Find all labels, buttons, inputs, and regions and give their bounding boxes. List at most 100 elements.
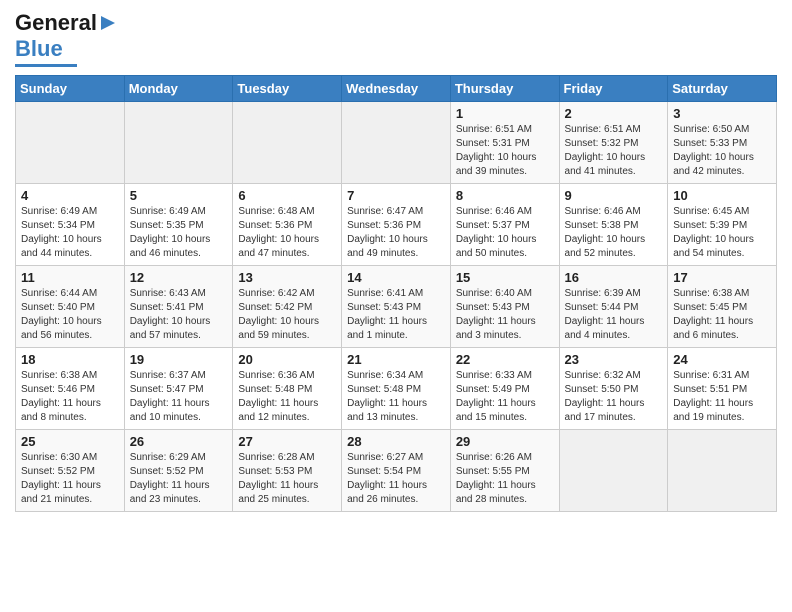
calendar-cell <box>16 102 125 184</box>
calendar-cell: 15 Sunrise: 6:40 AM Sunset: 5:43 PM Dayli… <box>450 266 559 348</box>
day-info: Sunrise: 6:50 AM Sunset: 5:33 PM Dayligh… <box>673 123 771 179</box>
calendar-cell: 18 Sunrise: 6:38 AM Sunset: 5:46 PM Dayli… <box>16 348 125 430</box>
header-monday: Monday <box>124 76 233 102</box>
calendar-cell: 12 Sunrise: 6:43 AM Sunset: 5:41 PM Dayli… <box>124 266 233 348</box>
day-number: 22 <box>456 352 554 367</box>
day-info: Sunrise: 6:46 AM Sunset: 5:37 PM Dayligh… <box>456 205 554 261</box>
logo-arrow-icon <box>99 14 117 32</box>
calendar-cell: 28 Sunrise: 6:27 AM Sunset: 5:54 PM Dayli… <box>342 430 451 512</box>
day-info: Sunrise: 6:51 AM Sunset: 5:32 PM Dayligh… <box>565 123 663 179</box>
day-number: 27 <box>238 434 336 449</box>
calendar-cell: 2 Sunrise: 6:51 AM Sunset: 5:32 PM Daylig… <box>559 102 668 184</box>
day-number: 6 <box>238 188 336 203</box>
day-info: Sunrise: 6:42 AM Sunset: 5:42 PM Dayligh… <box>238 287 336 343</box>
day-number: 18 <box>21 352 119 367</box>
calendar-cell: 20 Sunrise: 6:36 AM Sunset: 5:48 PM Dayli… <box>233 348 342 430</box>
logo-general: General <box>15 10 97 36</box>
header-thursday: Thursday <box>450 76 559 102</box>
calendar-table: SundayMondayTuesdayWednesdayThursdayFrid… <box>15 75 777 512</box>
calendar-cell: 11 Sunrise: 6:44 AM Sunset: 5:40 PM Dayli… <box>16 266 125 348</box>
calendar-cell <box>233 102 342 184</box>
day-number: 21 <box>347 352 445 367</box>
day-number: 3 <box>673 106 771 121</box>
calendar-cell: 19 Sunrise: 6:37 AM Sunset: 5:47 PM Dayli… <box>124 348 233 430</box>
day-number: 23 <box>565 352 663 367</box>
calendar-cell <box>559 430 668 512</box>
calendar-cell: 23 Sunrise: 6:32 AM Sunset: 5:50 PM Dayli… <box>559 348 668 430</box>
day-number: 28 <box>347 434 445 449</box>
day-info: Sunrise: 6:49 AM Sunset: 5:35 PM Dayligh… <box>130 205 228 261</box>
calendar-cell <box>668 430 777 512</box>
day-number: 20 <box>238 352 336 367</box>
day-info: Sunrise: 6:48 AM Sunset: 5:36 PM Dayligh… <box>238 205 336 261</box>
day-number: 8 <box>456 188 554 203</box>
day-number: 4 <box>21 188 119 203</box>
calendar-week-row: 25 Sunrise: 6:30 AM Sunset: 5:52 PM Dayli… <box>16 430 777 512</box>
day-info: Sunrise: 6:39 AM Sunset: 5:44 PM Dayligh… <box>565 287 663 343</box>
day-number: 29 <box>456 434 554 449</box>
day-info: Sunrise: 6:37 AM Sunset: 5:47 PM Dayligh… <box>130 369 228 425</box>
day-number: 25 <box>21 434 119 449</box>
day-info: Sunrise: 6:36 AM Sunset: 5:48 PM Dayligh… <box>238 369 336 425</box>
day-number: 9 <box>565 188 663 203</box>
calendar-cell: 5 Sunrise: 6:49 AM Sunset: 5:35 PM Daylig… <box>124 184 233 266</box>
day-info: Sunrise: 6:30 AM Sunset: 5:52 PM Dayligh… <box>21 451 119 507</box>
day-info: Sunrise: 6:40 AM Sunset: 5:43 PM Dayligh… <box>456 287 554 343</box>
calendar-week-row: 4 Sunrise: 6:49 AM Sunset: 5:34 PM Daylig… <box>16 184 777 266</box>
calendar-cell: 29 Sunrise: 6:26 AM Sunset: 5:55 PM Dayli… <box>450 430 559 512</box>
header-wednesday: Wednesday <box>342 76 451 102</box>
day-info: Sunrise: 6:51 AM Sunset: 5:31 PM Dayligh… <box>456 123 554 179</box>
calendar-cell: 16 Sunrise: 6:39 AM Sunset: 5:44 PM Dayli… <box>559 266 668 348</box>
calendar-week-row: 18 Sunrise: 6:38 AM Sunset: 5:46 PM Dayli… <box>16 348 777 430</box>
day-info: Sunrise: 6:34 AM Sunset: 5:48 PM Dayligh… <box>347 369 445 425</box>
day-number: 15 <box>456 270 554 285</box>
calendar-cell: 6 Sunrise: 6:48 AM Sunset: 5:36 PM Daylig… <box>233 184 342 266</box>
calendar-cell <box>124 102 233 184</box>
day-number: 11 <box>21 270 119 285</box>
day-number: 16 <box>565 270 663 285</box>
day-info: Sunrise: 6:27 AM Sunset: 5:54 PM Dayligh… <box>347 451 445 507</box>
calendar-header-row: SundayMondayTuesdayWednesdayThursdayFrid… <box>16 76 777 102</box>
day-info: Sunrise: 6:44 AM Sunset: 5:40 PM Dayligh… <box>21 287 119 343</box>
day-info: Sunrise: 6:31 AM Sunset: 5:51 PM Dayligh… <box>673 369 771 425</box>
day-number: 19 <box>130 352 228 367</box>
calendar-week-row: 1 Sunrise: 6:51 AM Sunset: 5:31 PM Daylig… <box>16 102 777 184</box>
calendar-cell: 26 Sunrise: 6:29 AM Sunset: 5:52 PM Dayli… <box>124 430 233 512</box>
calendar-cell: 9 Sunrise: 6:46 AM Sunset: 5:38 PM Daylig… <box>559 184 668 266</box>
day-info: Sunrise: 6:29 AM Sunset: 5:52 PM Dayligh… <box>130 451 228 507</box>
day-number: 17 <box>673 270 771 285</box>
calendar-cell: 8 Sunrise: 6:46 AM Sunset: 5:37 PM Daylig… <box>450 184 559 266</box>
calendar-cell: 27Sunrise: 6:28 AM Sunset: 5:53 PM Dayli… <box>233 430 342 512</box>
calendar-cell: 4 Sunrise: 6:49 AM Sunset: 5:34 PM Daylig… <box>16 184 125 266</box>
day-info: Sunrise: 6:32 AM Sunset: 5:50 PM Dayligh… <box>565 369 663 425</box>
day-number: 14 <box>347 270 445 285</box>
logo: General Blue <box>15 10 117 67</box>
calendar-cell: 3 Sunrise: 6:50 AM Sunset: 5:33 PM Daylig… <box>668 102 777 184</box>
calendar-week-row: 11 Sunrise: 6:44 AM Sunset: 5:40 PM Dayli… <box>16 266 777 348</box>
logo-underline <box>15 64 77 67</box>
day-info: Sunrise: 6:46 AM Sunset: 5:38 PM Dayligh… <box>565 205 663 261</box>
day-info: Sunrise: 6:43 AM Sunset: 5:41 PM Dayligh… <box>130 287 228 343</box>
day-number: 1 <box>456 106 554 121</box>
calendar-cell: 7Sunrise: 6:47 AM Sunset: 5:36 PM Daylig… <box>342 184 451 266</box>
day-info: Sunrise: 6:26 AM Sunset: 5:55 PM Dayligh… <box>456 451 554 507</box>
day-number: 5 <box>130 188 228 203</box>
day-info: Sunrise: 6:38 AM Sunset: 5:45 PM Dayligh… <box>673 287 771 343</box>
day-number: 24 <box>673 352 771 367</box>
day-number: 13 <box>238 270 336 285</box>
calendar-cell <box>342 102 451 184</box>
day-info: Sunrise: 6:49 AM Sunset: 5:34 PM Dayligh… <box>21 205 119 261</box>
logo-blue: Blue <box>15 36 63 62</box>
header-tuesday: Tuesday <box>233 76 342 102</box>
day-info: Sunrise: 6:33 AM Sunset: 5:49 PM Dayligh… <box>456 369 554 425</box>
calendar-cell: 1 Sunrise: 6:51 AM Sunset: 5:31 PM Daylig… <box>450 102 559 184</box>
header-friday: Friday <box>559 76 668 102</box>
day-info: Sunrise: 6:45 AM Sunset: 5:39 PM Dayligh… <box>673 205 771 261</box>
calendar-cell: 21 Sunrise: 6:34 AM Sunset: 5:48 PM Dayli… <box>342 348 451 430</box>
day-info: Sunrise: 6:38 AM Sunset: 5:46 PM Dayligh… <box>21 369 119 425</box>
day-number: 12 <box>130 270 228 285</box>
calendar-cell: 17 Sunrise: 6:38 AM Sunset: 5:45 PM Dayli… <box>668 266 777 348</box>
day-number: 2 <box>565 106 663 121</box>
day-number: 26 <box>130 434 228 449</box>
calendar-cell: 24 Sunrise: 6:31 AM Sunset: 5:51 PM Dayli… <box>668 348 777 430</box>
